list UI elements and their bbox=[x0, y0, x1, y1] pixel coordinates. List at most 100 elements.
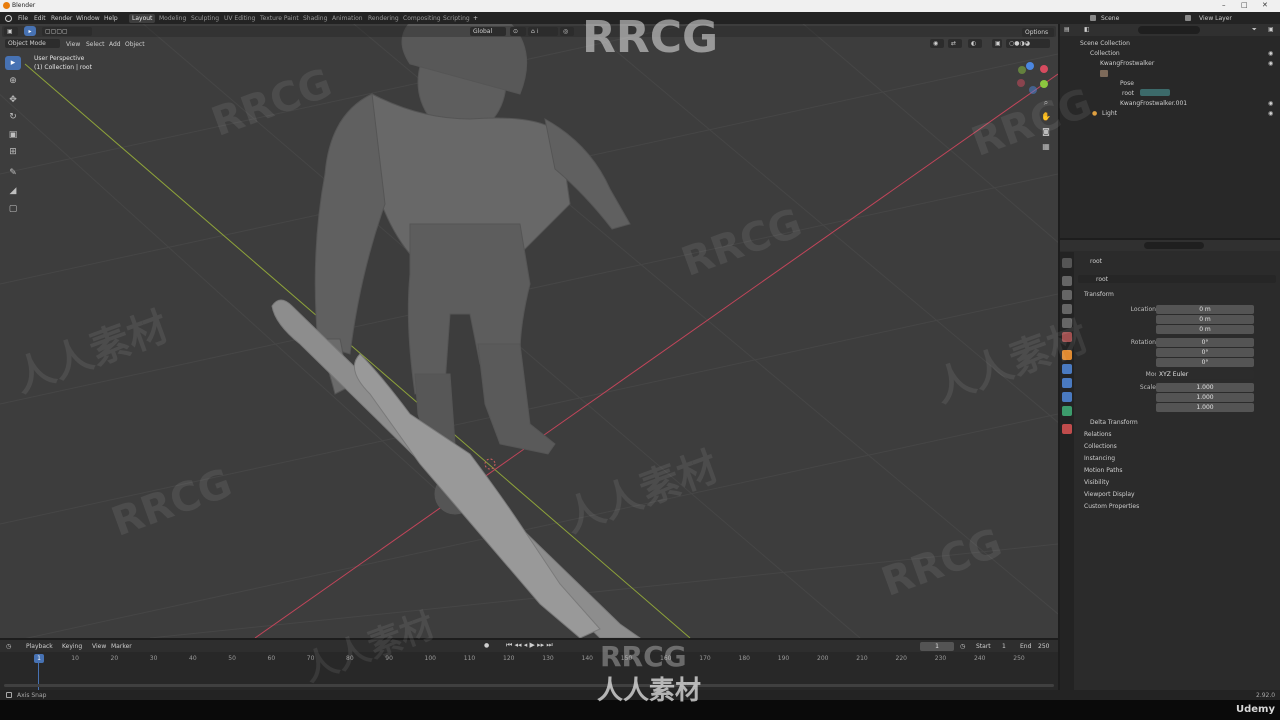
proportional-edit-button[interactable]: ◎ bbox=[560, 27, 574, 36]
tab-modeling[interactable]: Modeling bbox=[156, 14, 189, 23]
tab-uv-editing[interactable]: UV Editing bbox=[221, 14, 258, 23]
editor-type-button[interactable]: ▣ bbox=[4, 27, 18, 36]
menu-edit[interactable]: Edit bbox=[34, 15, 46, 22]
scale-z-field[interactable]: 1.000 bbox=[1156, 403, 1254, 412]
measure-tool[interactable]: ◢ bbox=[5, 184, 21, 198]
tool-tab[interactable] bbox=[1062, 258, 1072, 268]
timeline-editor-type[interactable]: ◷ bbox=[6, 643, 11, 650]
timeline-menu-keying[interactable]: Keying bbox=[62, 643, 82, 650]
pivot-dropdown[interactable]: ⊙ bbox=[510, 27, 526, 36]
outliner-scene-collection[interactable]: Scene Collection bbox=[1080, 40, 1130, 47]
location-y-field[interactable]: 0 m bbox=[1156, 315, 1254, 324]
render-tab[interactable] bbox=[1062, 276, 1072, 286]
blender-menu-icon[interactable] bbox=[5, 15, 12, 22]
minimize-button[interactable]: – bbox=[1222, 1, 1226, 9]
timeline-menu-view[interactable]: View bbox=[92, 643, 106, 650]
new-collection-icon[interactable]: ▣ bbox=[1268, 26, 1274, 33]
viewport-menu-select[interactable]: Select bbox=[86, 41, 105, 48]
move-tool[interactable]: ✥ bbox=[5, 93, 21, 107]
timeline-menu-playback[interactable]: Playback bbox=[26, 643, 53, 650]
shading-modes[interactable]: ○●◑◕ bbox=[1006, 39, 1050, 48]
timeline-editor[interactable]: ◷ Playback Keying View Marker ● ⏮ ◂◂ ◂ ▶… bbox=[0, 640, 1058, 690]
menu-window[interactable]: Window bbox=[76, 15, 100, 22]
overlay-toggle[interactable]: ◐ bbox=[968, 39, 982, 48]
outliner-kwang001[interactable]: KwangFrostwalker.001 bbox=[1120, 100, 1187, 107]
collections-panel[interactable]: Collections bbox=[1084, 443, 1117, 450]
xray-toggle[interactable]: ▣ bbox=[992, 39, 1002, 48]
outliner-display-mode[interactable]: ◧ bbox=[1084, 26, 1090, 33]
gizmo-toggle[interactable]: ⇄ bbox=[948, 39, 962, 48]
select-box-tool[interactable]: ▸ bbox=[5, 56, 21, 70]
visibility-eye-icon[interactable]: ◉ bbox=[1268, 100, 1273, 107]
tab-sculpting[interactable]: Sculpting bbox=[188, 14, 222, 23]
tab-texture-paint[interactable]: Texture Paint bbox=[257, 14, 302, 23]
current-frame-field[interactable]: 1 bbox=[920, 642, 954, 651]
outliner-root[interactable]: root bbox=[1122, 90, 1134, 97]
scale-x-field[interactable]: 1.000 bbox=[1156, 383, 1254, 392]
options-dropdown[interactable]: Options bbox=[1022, 28, 1054, 37]
select-mode-buttons[interactable]: ▢▢▢▢ bbox=[42, 27, 92, 36]
visibility-eye-icon[interactable]: ◉ bbox=[1268, 50, 1273, 57]
scale-tool[interactable]: ▣ bbox=[5, 128, 21, 142]
filter-icon[interactable]: ⏷ bbox=[1252, 26, 1257, 34]
timeline-menu-marker[interactable]: Marker bbox=[111, 643, 132, 650]
viewport-menu-view[interactable]: View bbox=[66, 41, 80, 48]
start-frame-field[interactable]: 1 bbox=[1002, 643, 1006, 650]
annotate-tool[interactable]: ✎ bbox=[5, 166, 21, 180]
maximize-button[interactable]: □ bbox=[1241, 1, 1248, 9]
properties-search-input[interactable] bbox=[1144, 242, 1204, 249]
instancing-panel[interactable]: Instancing bbox=[1084, 455, 1115, 462]
tab-animation[interactable]: Animation bbox=[329, 14, 366, 23]
visibility-eye-icon[interactable]: ◉ bbox=[1268, 110, 1273, 117]
rotation-y-field[interactable]: 0° bbox=[1156, 348, 1254, 357]
object-data-tab[interactable] bbox=[1062, 424, 1072, 434]
outliner-search-input[interactable] bbox=[1138, 26, 1200, 34]
output-tab[interactable] bbox=[1062, 290, 1072, 300]
viewport-menu-object[interactable]: Object bbox=[125, 41, 145, 48]
playhead[interactable]: 1 bbox=[34, 654, 44, 663]
outliner-kwang[interactable]: KwangFrostwalker bbox=[1100, 60, 1154, 67]
custom-properties-panel[interactable]: Custom Properties bbox=[1084, 503, 1139, 510]
tab-rendering[interactable]: Rendering bbox=[365, 14, 402, 23]
viewport-menu-add[interactable]: Add bbox=[109, 41, 121, 48]
select-tool-button[interactable]: ▸ bbox=[24, 26, 36, 36]
tab-layout[interactable]: Layout bbox=[129, 14, 156, 23]
rotate-tool[interactable]: ↻ bbox=[5, 110, 21, 124]
transform-panel-header[interactable]: Transform bbox=[1084, 291, 1114, 298]
delta-transform-panel[interactable]: Delta Transform bbox=[1090, 419, 1138, 426]
location-z-field[interactable]: 0 m bbox=[1156, 325, 1254, 334]
transform-orientation-dropdown[interactable]: Global bbox=[470, 27, 506, 36]
view-layer-name[interactable]: View Layer bbox=[1199, 15, 1232, 22]
tab-shading[interactable]: Shading bbox=[300, 14, 330, 23]
add-workspace-button[interactable]: + bbox=[473, 15, 478, 22]
scene-name[interactable]: Scene bbox=[1101, 15, 1119, 22]
physics-tab[interactable] bbox=[1062, 392, 1072, 402]
visibility-eye-icon[interactable]: ◉ bbox=[1268, 60, 1273, 67]
viewport-display-panel[interactable]: Viewport Display bbox=[1084, 491, 1135, 498]
outliner-light[interactable]: Light bbox=[1102, 110, 1117, 117]
transform-tool[interactable]: ⊞ bbox=[5, 145, 21, 159]
outliner-collection[interactable]: Collection bbox=[1090, 50, 1120, 57]
rotation-z-field[interactable]: 0° bbox=[1156, 358, 1254, 367]
playback-controls[interactable]: ⏮ ◂◂ ◂ ▶ ▸▸ ⏭ bbox=[506, 641, 553, 650]
scale-y-field[interactable]: 1.000 bbox=[1156, 393, 1254, 402]
end-frame-field[interactable]: 250 bbox=[1038, 643, 1049, 650]
constraints-tab[interactable] bbox=[1062, 406, 1072, 416]
timeline-scrollbar[interactable] bbox=[4, 684, 1054, 687]
visibility-panel[interactable]: Visibility bbox=[1084, 479, 1109, 486]
outliner-editor-type[interactable]: ▤ bbox=[1064, 26, 1070, 33]
snap-dropdown[interactable]: ⌂ ⁞ bbox=[528, 27, 558, 36]
add-cube-tool[interactable]: ▢ bbox=[5, 202, 21, 216]
rotation-mode-dropdown[interactable]: XYZ Euler bbox=[1156, 370, 1254, 379]
tab-compositing[interactable]: Compositing bbox=[400, 14, 444, 23]
rotation-x-field[interactable]: 0° bbox=[1156, 338, 1254, 347]
menu-render[interactable]: Render bbox=[51, 15, 72, 22]
visibility-dropdown[interactable]: ◉ bbox=[930, 39, 944, 48]
location-x-field[interactable]: 0 m bbox=[1156, 305, 1254, 314]
object-mode-dropdown[interactable]: Object Mode bbox=[5, 39, 60, 48]
tab-scripting[interactable]: Scripting bbox=[440, 14, 473, 23]
relations-panel[interactable]: Relations bbox=[1084, 431, 1112, 438]
auto-key-button[interactable]: ● bbox=[484, 642, 489, 649]
particles-tab[interactable] bbox=[1062, 378, 1072, 388]
data-name-field[interactable]: root bbox=[1096, 276, 1108, 283]
